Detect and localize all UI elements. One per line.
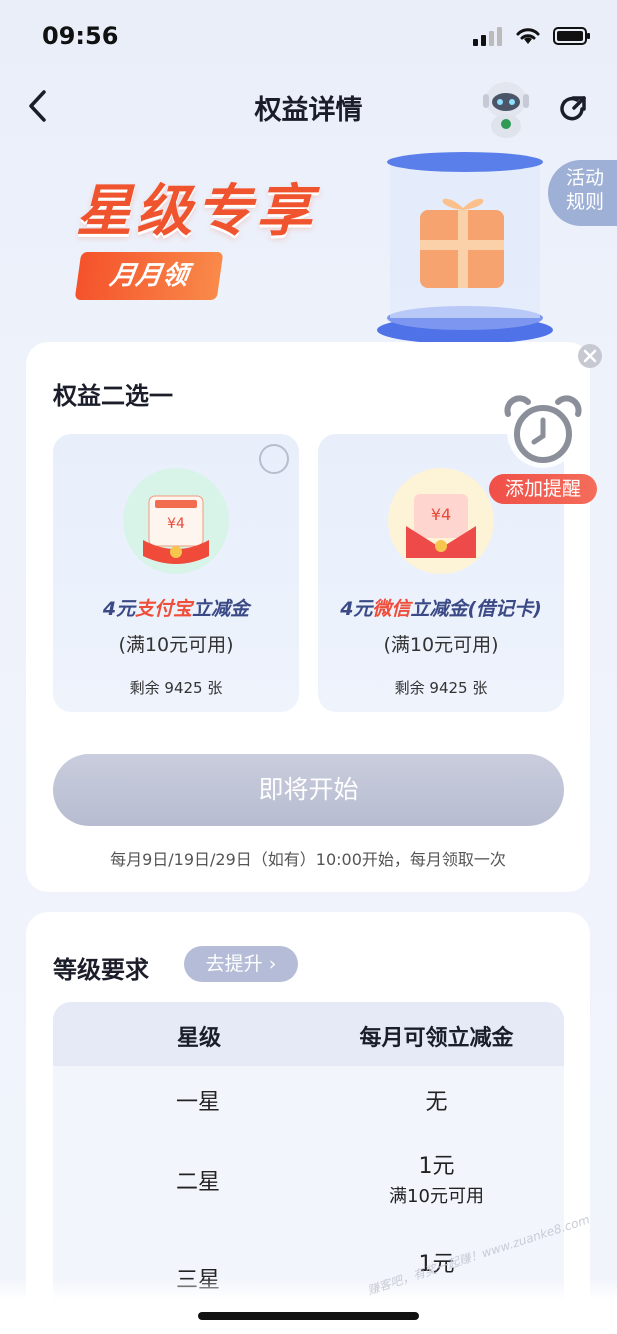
wechat-red-packet-icon: ¥4 — [388, 468, 494, 574]
option-radio[interactable] — [259, 444, 289, 474]
benefit-option-alipay[interactable]: ¥4 4元支付宝立减金 (满10元可用) 剩余 9425 张 — [53, 434, 299, 712]
upgrade-label: 去提升 — [205, 953, 263, 975]
table-row-value: 1元 — [418, 1154, 455, 1179]
gift-case-illustration — [377, 152, 553, 344]
status-time: 09:56 — [42, 22, 119, 50]
signal-icon — [473, 27, 502, 46]
alipay-icon-amount: ¥4 — [167, 516, 185, 532]
option-remaining: 剩余 9425 张 — [394, 679, 488, 697]
level-section-title: 等级要求 — [53, 956, 149, 984]
wifi-icon — [516, 28, 540, 44]
upgrade-button[interactable]: 去提升 › — [184, 946, 298, 982]
bottom-fade — [0, 1278, 617, 1334]
header-star: 星级 — [176, 1026, 221, 1051]
close-icon — [583, 349, 597, 363]
add-reminder-button[interactable]: 添加提醒 — [489, 474, 597, 504]
assistant-robot-icon[interactable] — [478, 78, 534, 138]
option-name: 4元微信立减金(借记卡) — [340, 598, 542, 620]
rules-line-2: 规则 — [566, 191, 605, 213]
header-amount: 每月可领立减金 — [359, 1026, 514, 1051]
share-icon[interactable] — [556, 92, 590, 126]
rules-line-1: 活动 — [566, 167, 605, 189]
status-icons — [473, 26, 591, 46]
chevron-right-icon: › — [268, 953, 277, 975]
table-row-star: 一星 — [175, 1090, 220, 1115]
activity-rules-button[interactable]: 活动 规则 — [548, 160, 617, 226]
reminder-close-button[interactable] — [578, 344, 602, 368]
banner-badge: 月月领 — [74, 252, 224, 300]
alarm-clock-icon[interactable] — [496, 392, 590, 472]
banner-title: 星级专享 — [76, 179, 316, 244]
wechat-icon-amount: ¥4 — [431, 505, 451, 524]
table-row-sub: 满10元可用 — [389, 1186, 484, 1207]
benefit-section-title: 权益二选一 — [53, 382, 173, 410]
table-row-star: 二星 — [175, 1170, 220, 1195]
home-indicator — [198, 1312, 419, 1320]
option-condition: (满10元可用) — [383, 634, 499, 656]
table-row-value: 无 — [425, 1090, 448, 1115]
option-remaining: 剩余 9425 张 — [129, 679, 223, 697]
claim-button[interactable]: 即将开始 — [53, 754, 564, 826]
option-condition: (满10元可用) — [118, 634, 234, 656]
battery-icon — [553, 27, 590, 45]
option-name: 4元支付宝立减金 — [102, 598, 250, 620]
alipay-red-packet-icon: ¥4 — [123, 468, 229, 574]
claim-note: 每月9日/19日/29日（如有）10:00开始，每月领取一次 — [110, 850, 506, 869]
